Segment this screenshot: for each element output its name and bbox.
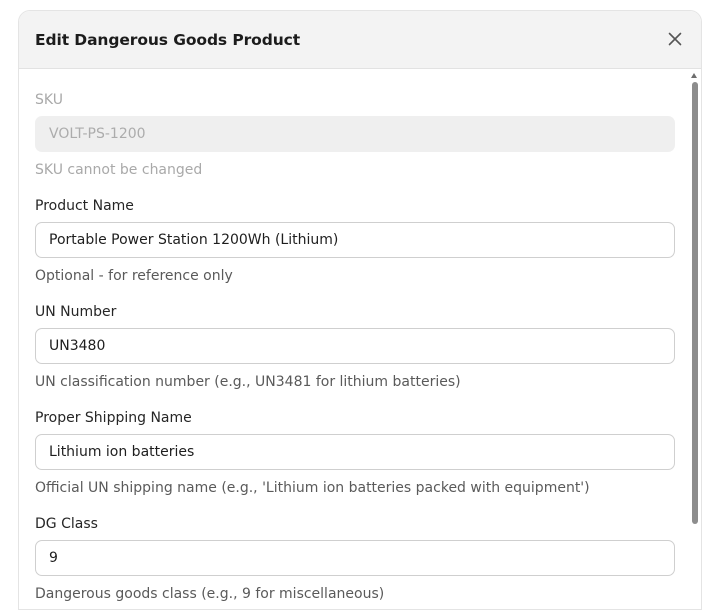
product-name-field-group: Product Name Optional - for reference on… bbox=[35, 196, 675, 286]
proper-shipping-name-help-text: Official UN shipping name (e.g., 'Lithiu… bbox=[35, 480, 590, 496]
close-button[interactable] bbox=[663, 27, 687, 51]
scrollbar-thumb[interactable] bbox=[692, 82, 698, 524]
sku-label: SKU bbox=[35, 92, 63, 108]
un-number-input[interactable] bbox=[35, 328, 675, 364]
sku-help-text: SKU cannot be changed bbox=[35, 162, 203, 178]
un-number-help-text: UN classification number (e.g., UN3481 f… bbox=[35, 374, 461, 390]
sku-input bbox=[35, 116, 675, 152]
dg-class-label: DG Class bbox=[35, 516, 98, 532]
edit-dg-product-modal: Edit Dangerous Goods Product SKU SKU can… bbox=[18, 10, 702, 610]
proper-shipping-name-input[interactable] bbox=[35, 434, 675, 470]
un-number-field-group: UN Number UN classification number (e.g.… bbox=[35, 302, 675, 392]
modal-body: SKU SKU cannot be changed Product Name O… bbox=[19, 70, 701, 609]
sku-field-group: SKU SKU cannot be changed bbox=[35, 90, 675, 180]
product-name-input[interactable] bbox=[35, 222, 675, 258]
modal-header: Edit Dangerous Goods Product bbox=[19, 11, 701, 69]
product-name-help-text: Optional - for reference only bbox=[35, 268, 233, 284]
proper-shipping-name-label: Proper Shipping Name bbox=[35, 410, 192, 426]
modal-title: Edit Dangerous Goods Product bbox=[35, 31, 301, 49]
un-number-label: UN Number bbox=[35, 304, 117, 320]
dg-class-help-text: Dangerous goods class (e.g., 9 for misce… bbox=[35, 586, 385, 602]
scroll-up-arrow-icon[interactable] bbox=[691, 73, 697, 78]
close-icon bbox=[668, 32, 682, 46]
proper-shipping-name-field-group: Proper Shipping Name Official UN shippin… bbox=[35, 408, 675, 498]
product-name-label: Product Name bbox=[35, 198, 134, 214]
dg-class-input[interactable] bbox=[35, 540, 675, 576]
dg-class-field-group: DG Class Dangerous goods class (e.g., 9 … bbox=[35, 514, 675, 604]
